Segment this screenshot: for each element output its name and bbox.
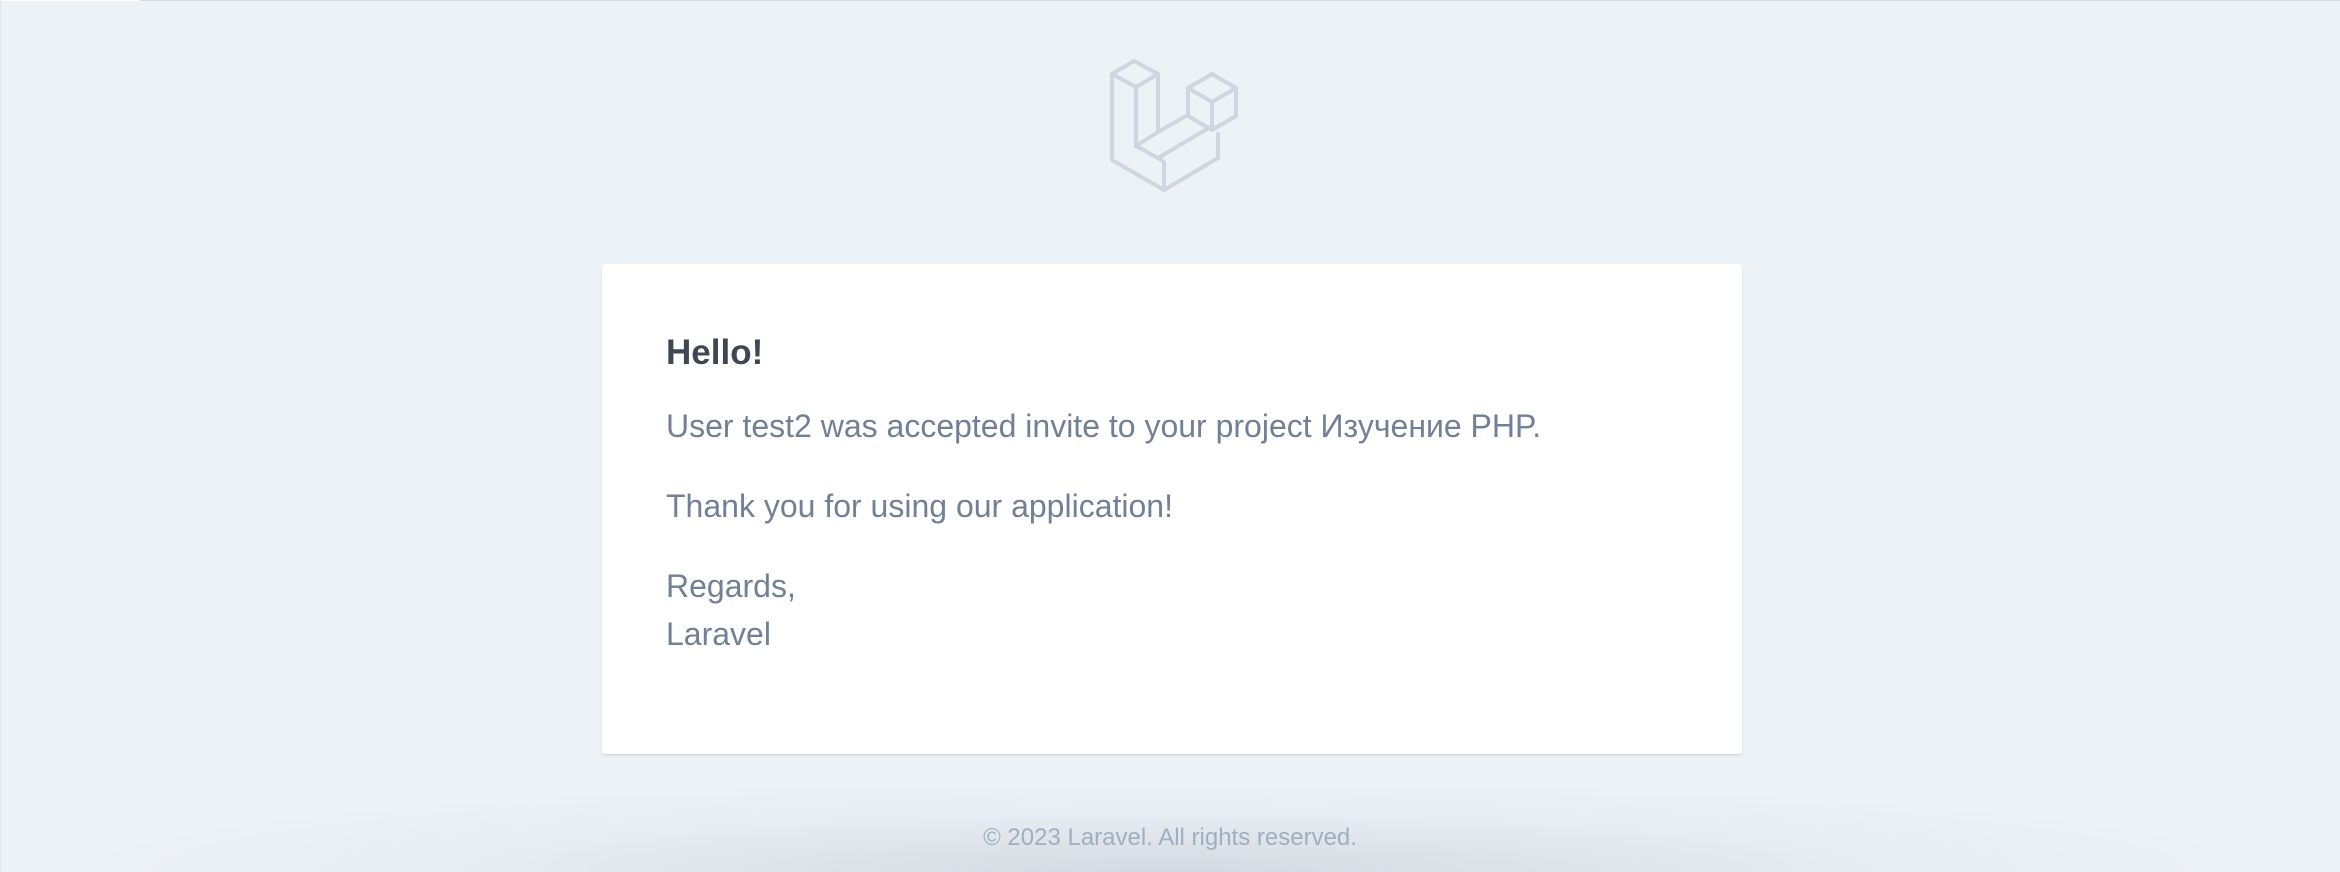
signature-text: Laravel — [666, 616, 771, 652]
greeting-heading: Hello! — [666, 333, 764, 372]
top-border — [0, 0, 2340, 1]
left-border — [0, 0, 1, 872]
laravel-logo-icon[interactable] — [1108, 58, 1244, 196]
footer-copyright: © 2023 Laravel. All rights reserved. — [983, 824, 1357, 851]
top-border-accent — [0, 0, 140, 1]
thank-you-message: Thank you for using our application! — [666, 488, 1173, 524]
salutation-block: Regards, Laravel — [666, 562, 1678, 658]
email-card: Hello! User test2 was accepted invite to… — [602, 264, 1742, 754]
invite-accepted-message: User test2 was accepted invite to your p… — [666, 408, 1542, 444]
salutation-text: Regards, — [666, 568, 796, 604]
